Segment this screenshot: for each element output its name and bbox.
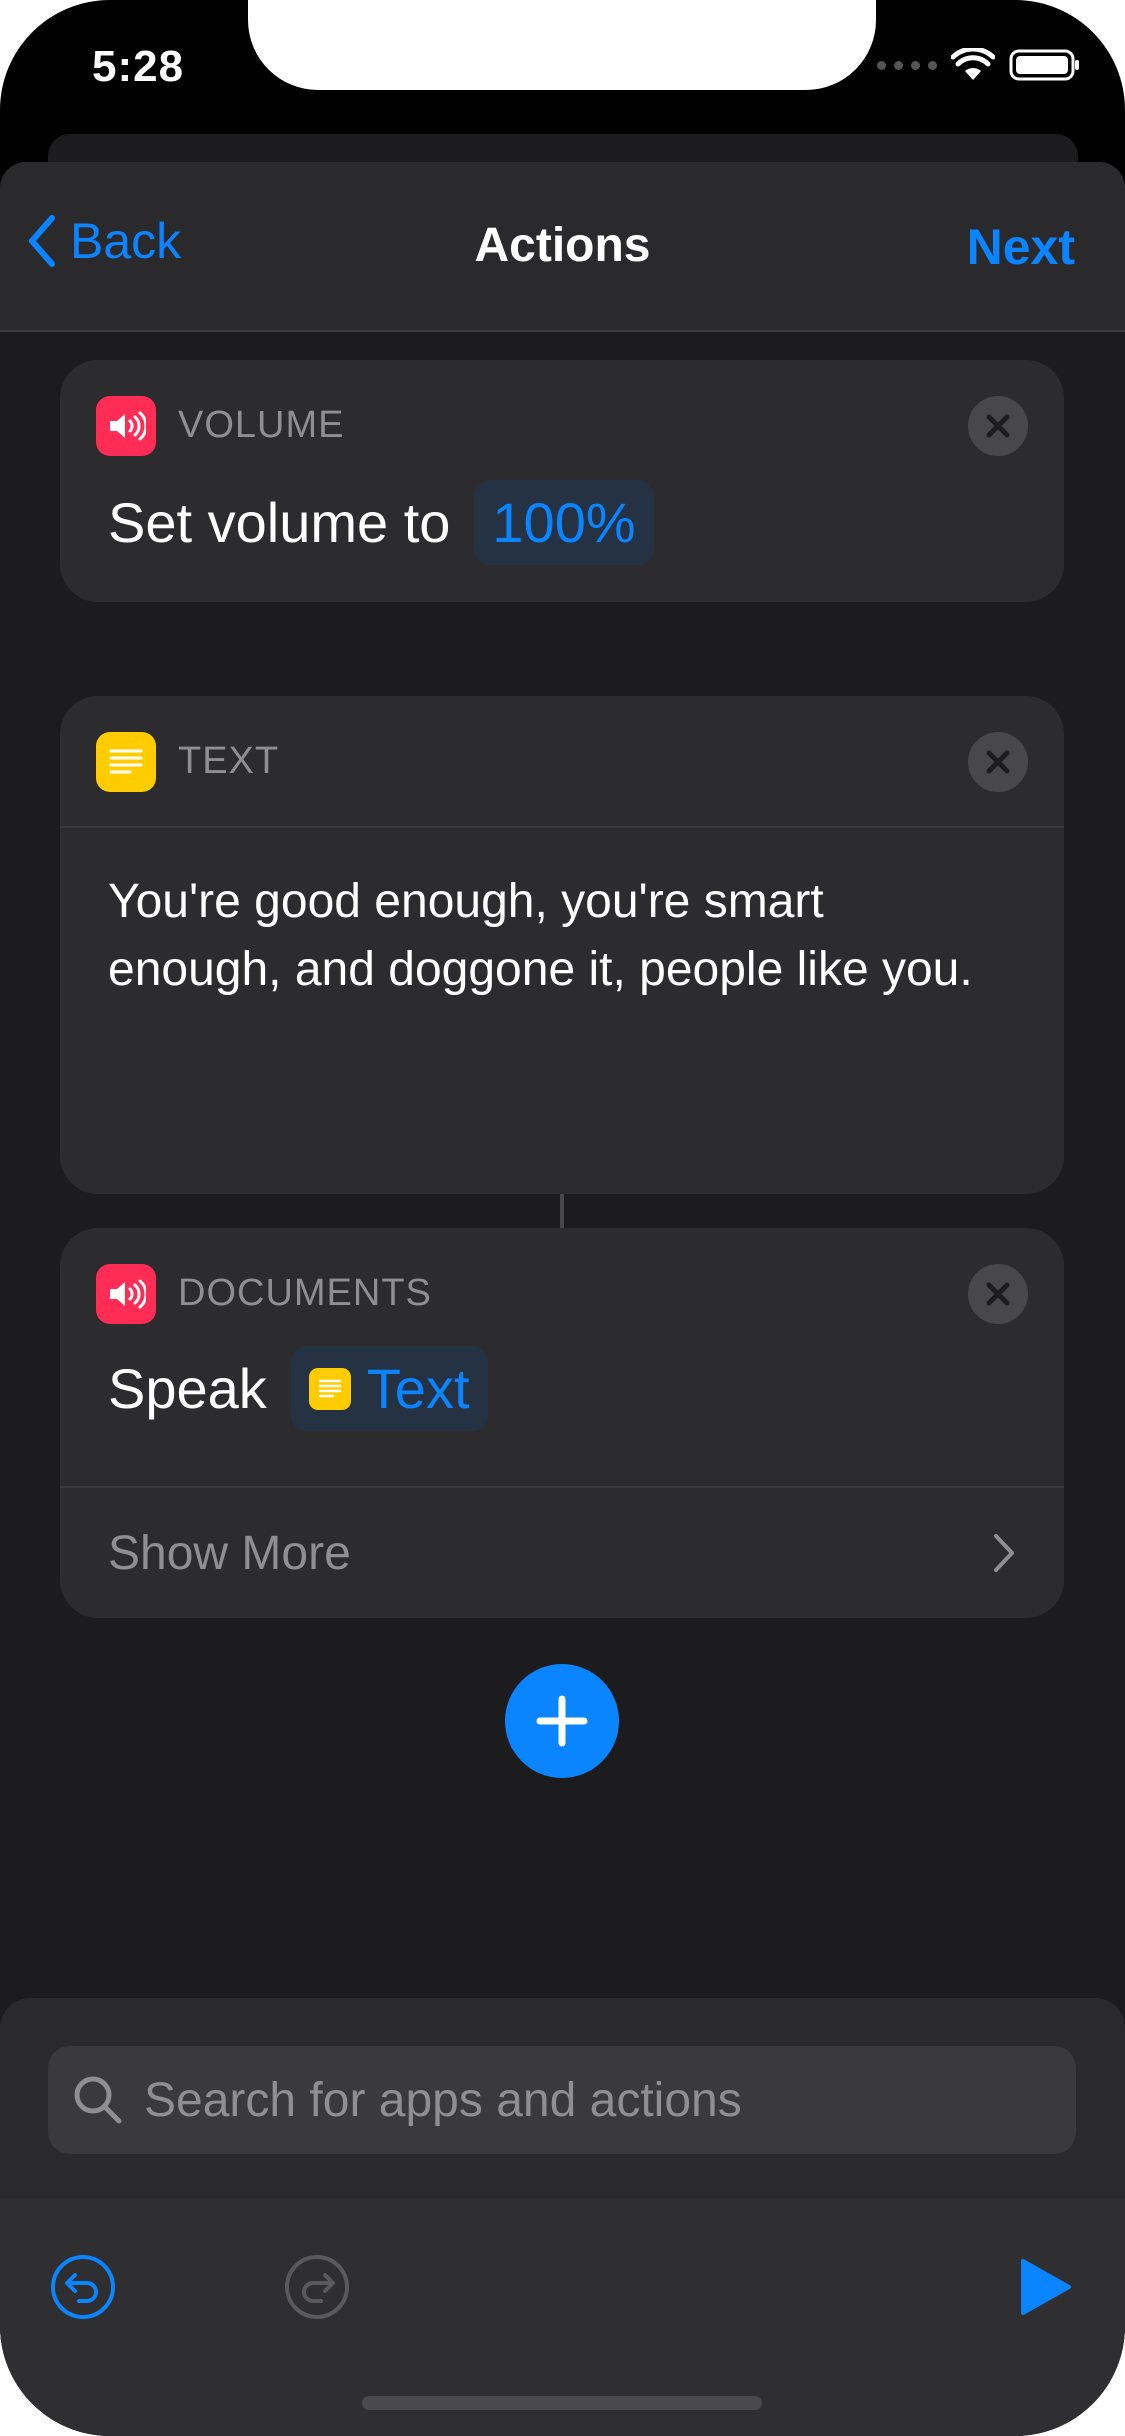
home-indicator[interactable] xyxy=(362,2396,762,2410)
text-variable-token[interactable]: Text xyxy=(290,1346,488,1431)
card-header: TEXT xyxy=(60,696,1064,826)
undo-button[interactable] xyxy=(48,2252,118,2322)
status-indicators xyxy=(877,48,1081,82)
speaker-icon xyxy=(96,1264,156,1324)
action-category: DOCUMENTS xyxy=(178,1272,432,1314)
text-content-field[interactable]: You're good enough, you're smart enough,… xyxy=(108,868,1004,1004)
divider xyxy=(60,826,1064,828)
notch xyxy=(248,0,876,90)
action-connector xyxy=(560,1194,564,1228)
action-parameters: Speak Text xyxy=(108,1346,488,1431)
run-button[interactable] xyxy=(1010,2252,1080,2322)
close-icon xyxy=(986,1282,1010,1306)
token-label: Text xyxy=(366,1357,470,1420)
close-icon xyxy=(986,750,1010,774)
volume-value-token[interactable]: 100% xyxy=(474,480,654,565)
action-category: VOLUME xyxy=(178,404,345,446)
next-button[interactable]: Next xyxy=(967,218,1075,276)
wifi-icon xyxy=(951,48,995,80)
close-icon xyxy=(986,414,1010,438)
action-search-panel xyxy=(0,1998,1125,2436)
battery-icon xyxy=(1009,49,1079,81)
chevron-right-icon xyxy=(994,1534,1014,1572)
action-card-volume[interactable]: VOLUME Set volume to 100% xyxy=(60,360,1064,602)
text-lines-icon xyxy=(96,732,156,792)
remove-action-button[interactable] xyxy=(968,732,1028,792)
action-prefix: Speak xyxy=(108,1357,267,1420)
redo-button[interactable] xyxy=(282,2252,352,2322)
action-category: TEXT xyxy=(178,740,280,782)
action-prefix: Set volume to xyxy=(108,491,451,554)
undo-icon xyxy=(51,2255,115,2319)
add-action-button[interactable] xyxy=(505,1664,619,1778)
status-time: 5:28 xyxy=(92,42,185,91)
show-more-label: Show More xyxy=(108,1527,351,1580)
remove-action-button[interactable] xyxy=(968,1264,1028,1324)
token-label: 100% xyxy=(492,491,636,554)
search-input[interactable] xyxy=(142,2071,1026,2129)
remove-action-button[interactable] xyxy=(968,396,1028,456)
text-lines-icon xyxy=(308,1367,351,1410)
search-icon xyxy=(74,2076,122,2124)
card-header: DOCUMENTS xyxy=(60,1228,1064,1358)
search-field[interactable] xyxy=(48,2046,1076,2154)
action-parameters: Set volume to 100% xyxy=(108,480,654,565)
device-frame: 5:28 Back Actions Next VOLUME Set volume… xyxy=(0,0,1125,2436)
cellular-signal-icon xyxy=(877,60,937,70)
play-icon xyxy=(1021,2259,1071,2315)
navigation-bar: Back Actions Next xyxy=(0,162,1125,332)
redo-icon xyxy=(285,2255,349,2319)
show-more-row[interactable]: Show More xyxy=(60,1486,1064,1618)
page-title: Actions xyxy=(474,219,651,272)
plus-icon xyxy=(536,1695,588,1747)
speaker-icon xyxy=(96,396,156,456)
action-card-text[interactable]: TEXT You're good enough, you're smart en… xyxy=(60,696,1064,1194)
action-card-speak[interactable]: DOCUMENTS Speak Text Show More xyxy=(60,1228,1064,1618)
card-header: VOLUME xyxy=(60,360,1064,490)
actions-sheet: Back Actions Next VOLUME Set volume to 1… xyxy=(0,162,1125,2436)
